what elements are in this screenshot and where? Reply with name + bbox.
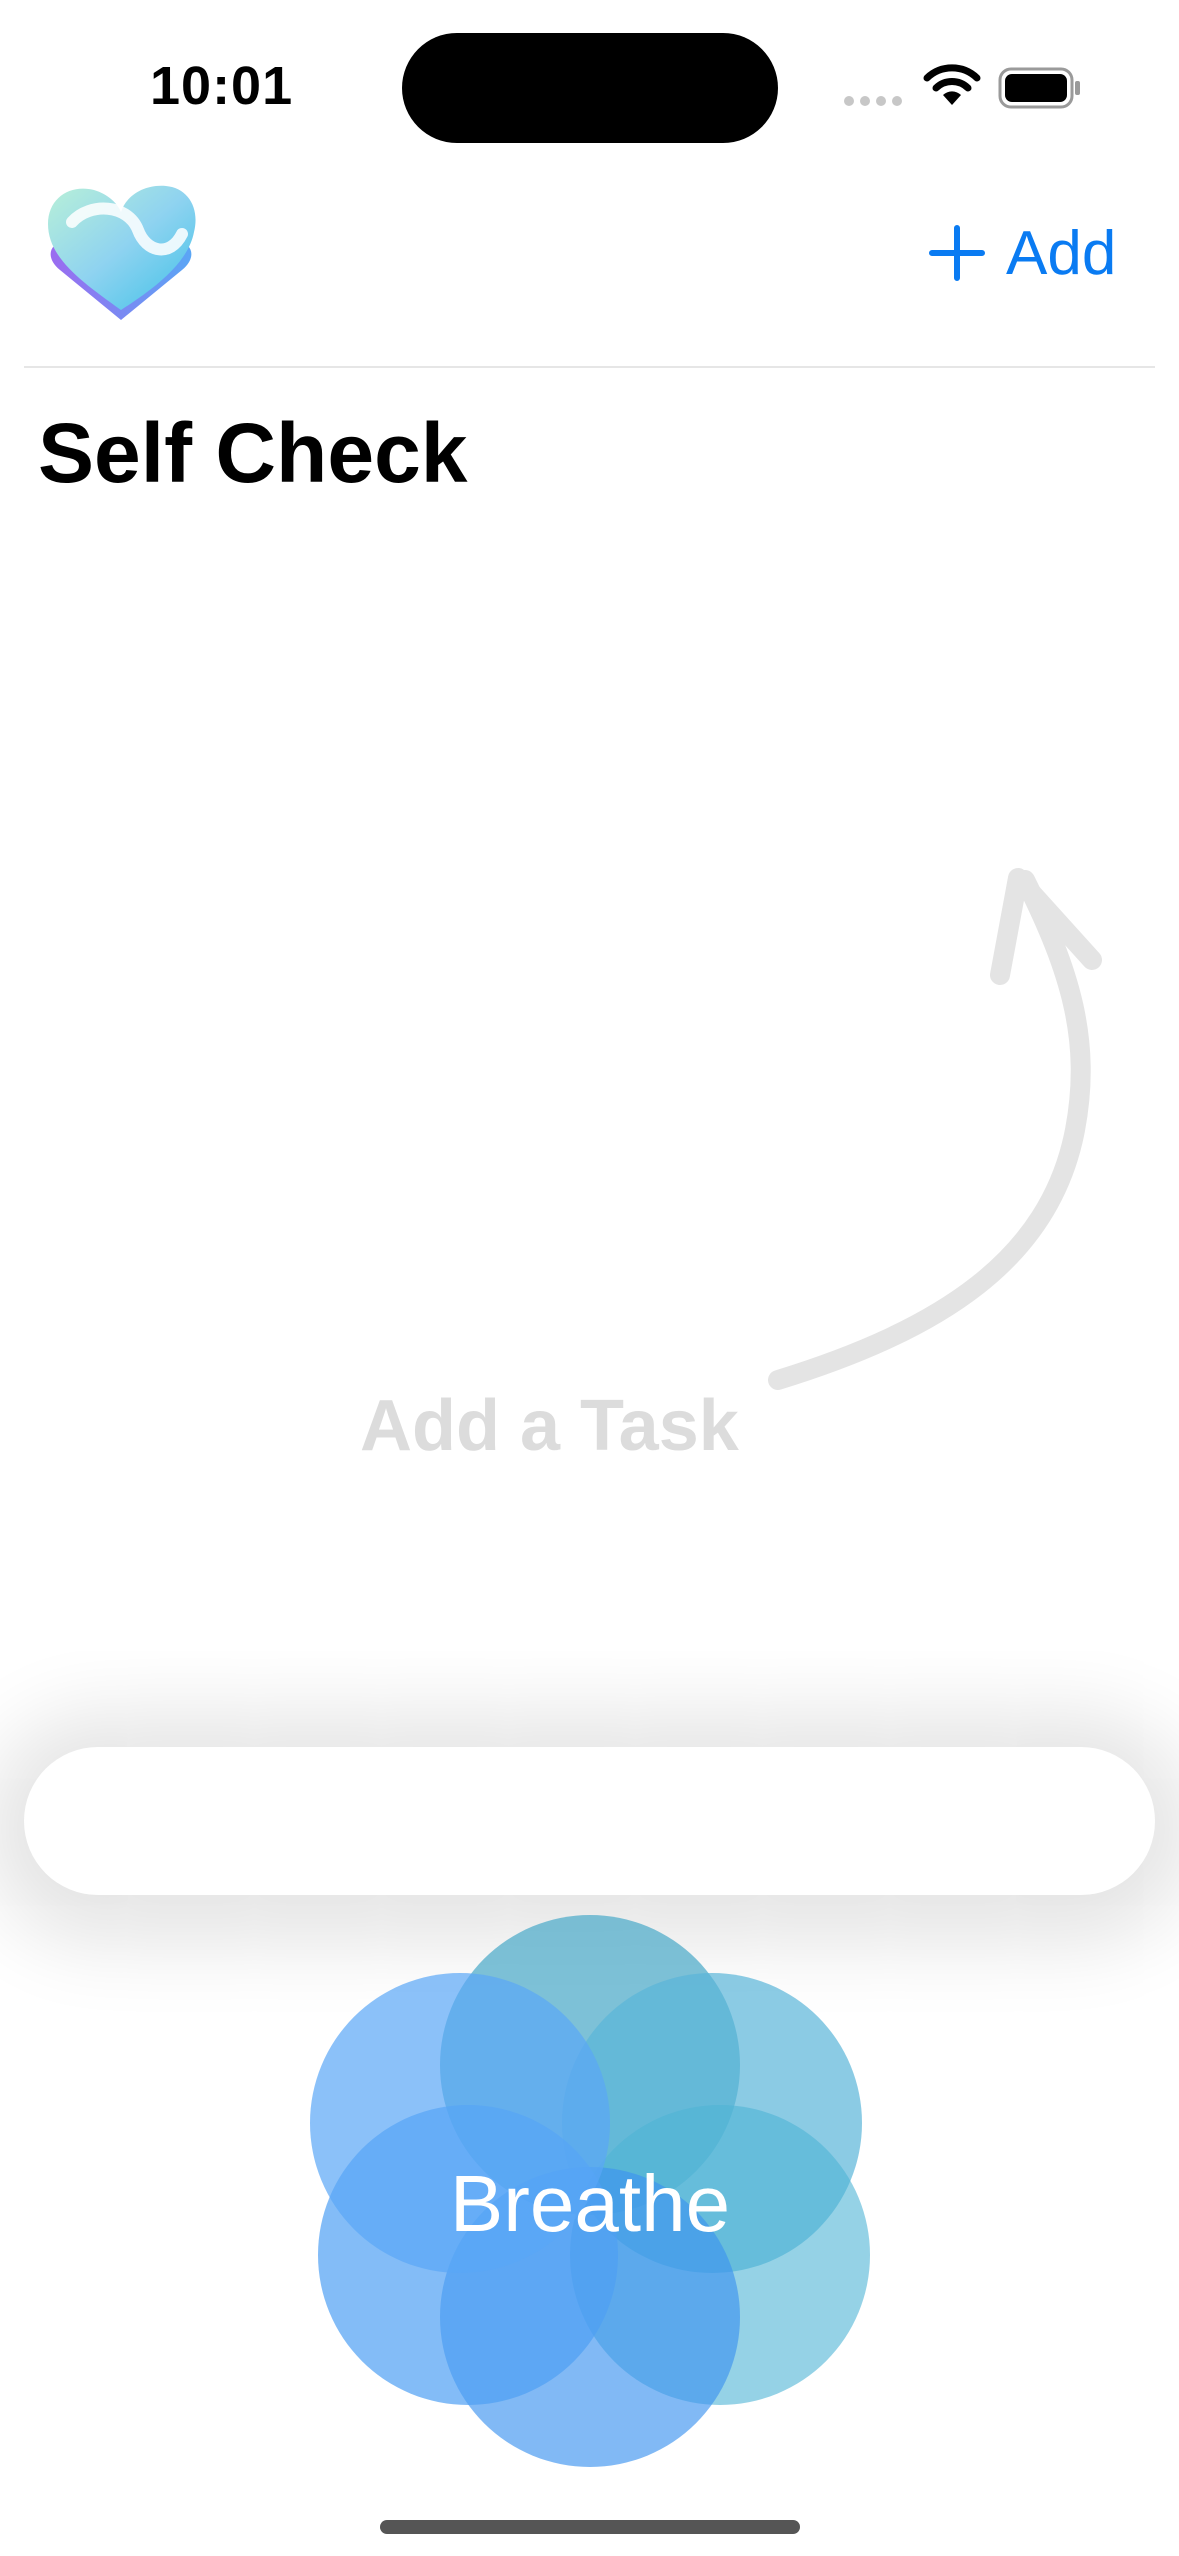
signal-icon (844, 96, 902, 106)
add-button-label: Add (1006, 218, 1117, 288)
task-input[interactable] (24, 1747, 1155, 1895)
curved-arrow-icon (768, 868, 1102, 1390)
home-indicator[interactable] (380, 2520, 800, 2534)
page-title: Self Check (38, 406, 468, 500)
status-time: 10:01 (150, 56, 294, 116)
battery-icon (998, 67, 1080, 109)
empty-state-hint: Add a Task (360, 1386, 739, 1466)
breathe-flower-icon (310, 1915, 870, 2467)
wifi-icon (923, 64, 981, 105)
add-button[interactable]: Add (928, 218, 1116, 288)
dynamic-island (402, 33, 778, 143)
heart-logo[interactable] (42, 182, 200, 324)
nav-divider (24, 366, 1155, 368)
plus-icon (929, 225, 985, 281)
